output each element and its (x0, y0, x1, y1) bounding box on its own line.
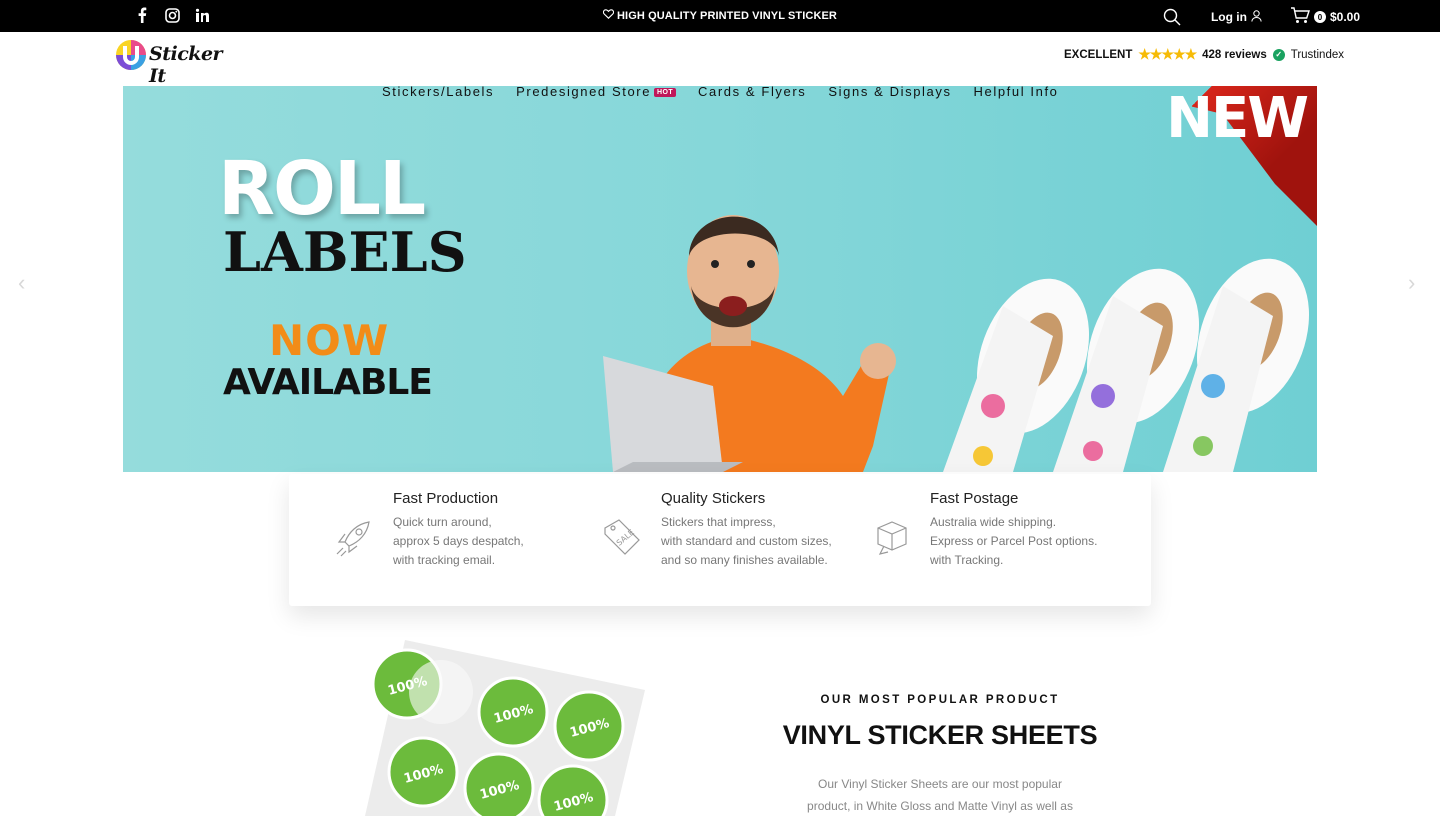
search-icon[interactable] (1163, 8, 1181, 26)
svg-text:SALE: SALE (615, 528, 636, 548)
promo-text: HIGH QUALITY PRINTED VINYL STICKER (617, 10, 837, 22)
login-label: Log in (1210, 10, 1247, 24)
slider-prev-icon[interactable]: ‹ (18, 270, 25, 296)
popular-eyebrow: OUR MOST POPULAR PRODUCT (820, 694, 1060, 706)
site-logo[interactable]: Sticker It (113, 37, 233, 87)
hero-person-image (603, 215, 896, 472)
check-icon: ✓ (1272, 48, 1285, 61)
hero-new-label: NEW (1166, 86, 1309, 151)
trust-reviews: 428 reviews (1202, 48, 1267, 61)
features-panel: Fast Production Quick turn around, approx… (289, 474, 1151, 606)
popular-title: VINYL STICKER SHEETS (782, 720, 1098, 750)
rocket-icon (333, 516, 375, 558)
popular-description: Our Vinyl Sticker Sheets are our most po… (790, 773, 1090, 817)
roll-labels-image (943, 258, 1310, 472)
nav-signs-displays[interactable]: Signs & Displays (828, 84, 951, 99)
hero-line3: NOW (269, 316, 390, 365)
popular-desc-line1: Our Vinyl Sticker Sheets are our most po… (818, 777, 1062, 791)
feature-title: Quality Stickers (661, 490, 766, 507)
nav-helpful-info[interactable]: Helpful Info (974, 84, 1059, 99)
hero-slider[interactable]: NEW ROLL LABELS NOW AVAILABLE (123, 86, 1317, 472)
nav-cards-flyers[interactable]: Cards & Flyers (698, 84, 806, 99)
trust-rating: EXCELLENT (1064, 48, 1133, 61)
nav-predesigned-label: Predesigned Store (516, 84, 652, 99)
hero-line2: LABELS (223, 220, 467, 284)
feature-title: Fast Production (393, 490, 499, 507)
trust-brand: Trustindex (1290, 48, 1344, 61)
feature-desc: Stickers that impress, with standard and … (661, 515, 832, 567)
logo-text: Sticker It (149, 43, 223, 87)
star-rating-icon: ★★★★★ (1138, 46, 1197, 62)
hero-line4: AVAILABLE (223, 362, 433, 403)
vinyl-sticker-sheet-image: 100% 100% 100% 100% 100% 100% (365, 640, 645, 816)
feature-fast-production: Fast Production Quick turn around, approx… (336, 490, 633, 570)
parcel-icon (870, 516, 912, 558)
slider-next-icon[interactable]: › (1408, 270, 1415, 296)
feature-quality-stickers: SALE Quality Stickers Stickers that impr… (604, 490, 901, 570)
heart-icon (602, 9, 615, 22)
login-link[interactable]: Log in (1210, 9, 1262, 25)
nav-stickers-labels[interactable]: Stickers/Labels (382, 84, 494, 99)
cart-icon (1290, 7, 1310, 27)
feature-desc: Quick turn around, approx 5 days despatch… (393, 515, 524, 567)
feature-title: Fast Postage (930, 490, 1019, 507)
main-nav: Stickers/Labels Predesigned Store HOT Car… (382, 84, 1059, 99)
cart-total: $0.00 (1329, 10, 1360, 24)
logo-mark-icon (116, 40, 146, 70)
hot-badge: HOT (654, 88, 677, 97)
user-icon (1251, 9, 1262, 25)
cart-button[interactable]: 0 $0.00 (1290, 7, 1360, 27)
trustindex-widget[interactable]: EXCELLENT ★★★★★ 428 reviews ✓ Trustindex (1064, 46, 1344, 63)
nav-predesigned-store[interactable]: Predesigned Store HOT (516, 84, 677, 99)
feature-fast-postage: Fast Postage Australia wide shipping. Exp… (877, 490, 1170, 570)
cart-count-badge: 0 (1313, 11, 1326, 23)
top-actions: Log in 0 $0.00 (1163, 7, 1360, 27)
popular-desc-line2: product, in White Gloss and Matte Vinyl … (807, 799, 1073, 813)
feature-desc: Australia wide shipping. Express or Parce… (930, 515, 1098, 567)
top-bar: HIGH QUALITY PRINTED VINYL STICKER Log i… (0, 0, 1440, 32)
sale-tag-icon: SALE (601, 516, 643, 558)
